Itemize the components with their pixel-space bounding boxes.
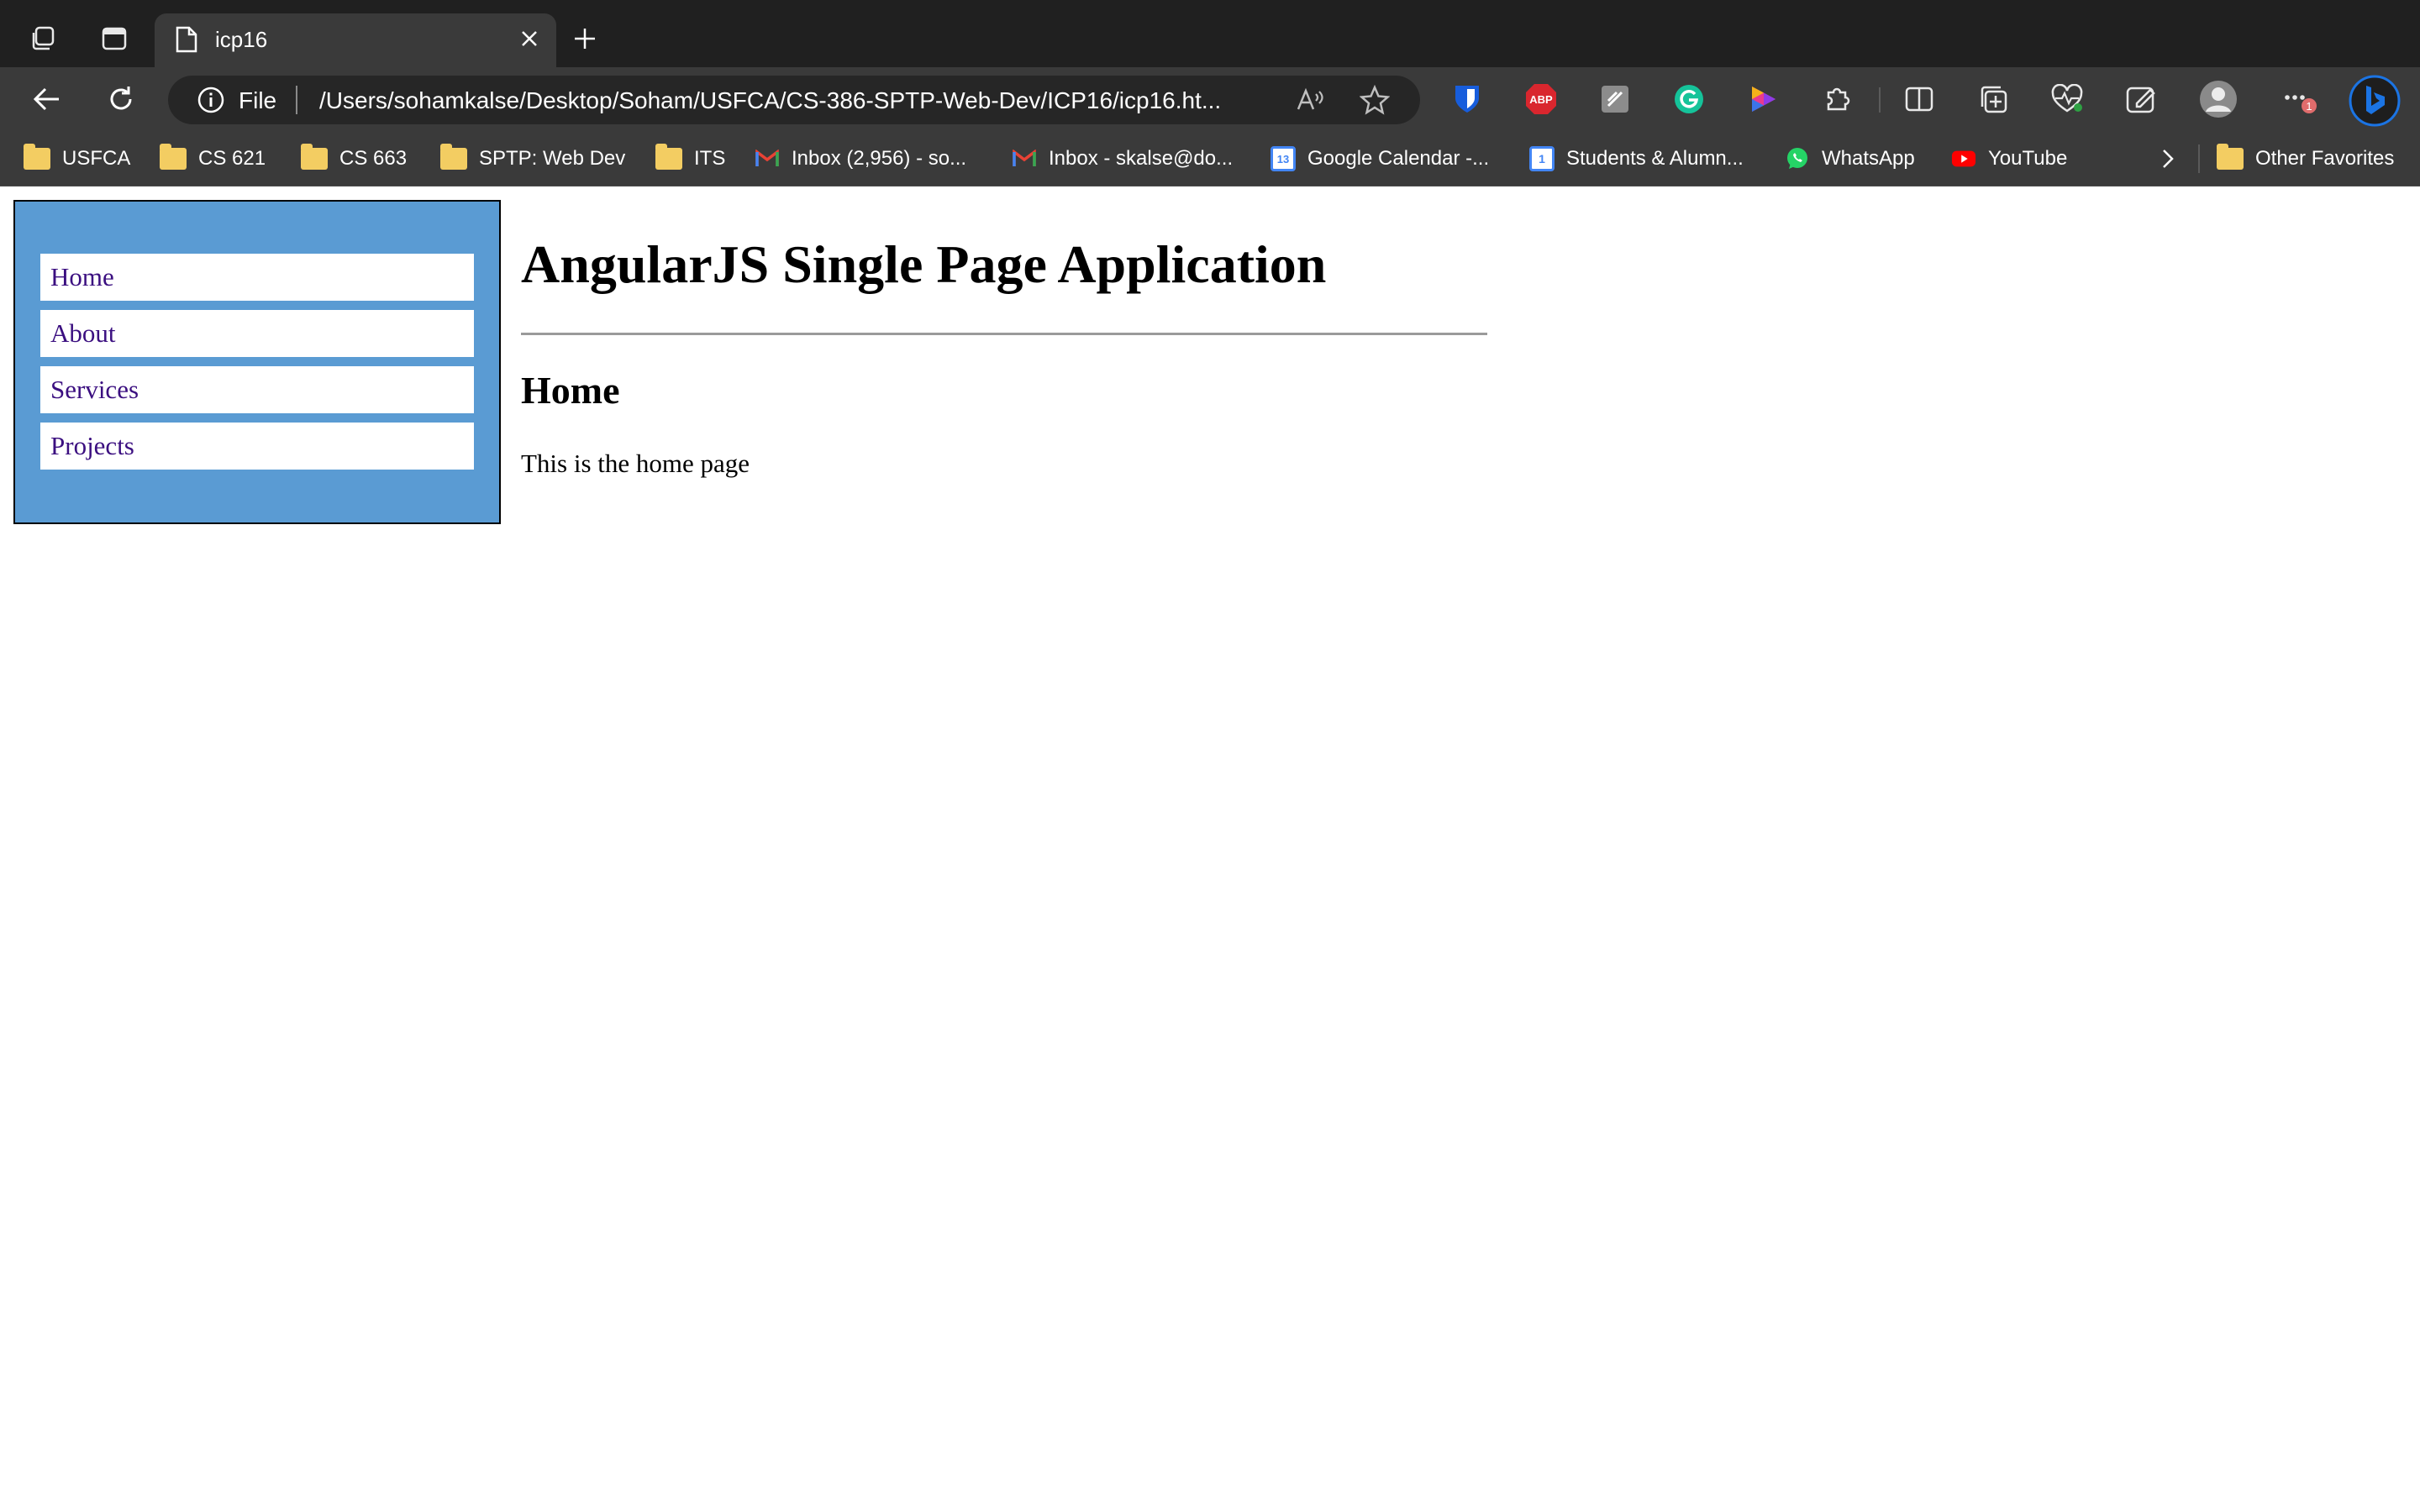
- bookmark-label: USFCA: [62, 147, 131, 170]
- bitwarden-icon[interactable]: [1449, 81, 1486, 118]
- page-icon: [175, 25, 198, 58]
- tab-strip: icp16: [0, 0, 2420, 67]
- bookmark-folder-usfca[interactable]: USFCA: [24, 143, 130, 175]
- more-menu-icon[interactable]: 1: [2281, 81, 2326, 118]
- extensions-puzzle-icon[interactable]: [1818, 81, 1855, 118]
- bookmark-google-calendar[interactable]: 13 Google Calendar -...: [1270, 143, 1489, 175]
- url-scheme: File: [239, 87, 277, 113]
- folder-icon: [301, 144, 328, 170]
- bookmark-folder-sptp[interactable]: SPTP: Web Dev: [440, 143, 625, 175]
- toolbar-divider: [1879, 87, 1881, 113]
- bookmark-whatsapp[interactable]: WhatsApp: [1785, 143, 1915, 175]
- other-favorites-folder[interactable]: Other Favorites: [2217, 143, 2394, 175]
- nav-link-about[interactable]: About: [50, 318, 116, 349]
- bookmark-label: Students & Alumn...: [1566, 147, 1744, 170]
- new-tab-icon[interactable]: [563, 17, 607, 60]
- address-bar[interactable]: File /Users/sohamkalse/Desktop/Soham/USF…: [168, 76, 1420, 124]
- view-text: This is the home page: [521, 449, 750, 478]
- bookmark-folder-cs621[interactable]: CS 621: [160, 143, 266, 175]
- sidebar-nav: Home About Services Projects: [13, 200, 501, 524]
- bookmark-gmail-skalse[interactable]: Inbox - skalse@do...: [1012, 143, 1233, 175]
- bookmark-label: CS 621: [198, 147, 266, 170]
- nav-item-about[interactable]: About: [40, 310, 474, 357]
- page-viewport: Home About Services Projects AngularJS S…: [0, 186, 2420, 1512]
- view-heading: Home: [521, 369, 620, 412]
- tab-title: icp16: [215, 27, 268, 52]
- bookmark-label: Google Calendar -...: [1307, 147, 1490, 170]
- calendar-icon: 1: [1529, 146, 1555, 171]
- youtube-icon: [1951, 146, 1976, 171]
- url-text[interactable]: /Users/sohamkalse/Desktop/Soham/USFCA/CS…: [319, 87, 1221, 114]
- other-favorites-label: Other Favorites: [2255, 147, 2395, 170]
- site-info-icon[interactable]: [197, 86, 225, 118]
- bookmark-folder-its[interactable]: ITS: [655, 143, 725, 175]
- nav-item-projects[interactable]: Projects: [40, 423, 474, 470]
- bookmark-students-alumni[interactable]: 1 Students & Alumn...: [1529, 143, 1744, 175]
- folder-icon: [655, 144, 682, 170]
- close-tab-icon[interactable]: [514, 24, 544, 54]
- collections-icon[interactable]: [1975, 81, 2012, 118]
- calendar-icon: 13: [1270, 146, 1296, 171]
- bookmark-label: Inbox (2,956) - so...: [792, 147, 967, 170]
- horizontal-rule: [521, 333, 1487, 335]
- browser-essentials-icon[interactable]: [2049, 81, 2086, 118]
- favorite-star-icon[interactable]: [1359, 84, 1391, 119]
- adblock-plus-icon[interactable]: ABP: [1523, 81, 1560, 118]
- bing-copilot-icon[interactable]: [2348, 74, 2402, 128]
- folder-icon: [2217, 144, 2244, 170]
- nav-link-projects[interactable]: Projects: [50, 431, 134, 461]
- favorites-bar: USFCA CS 621 CS 663 SPTP: Web Dev ITS In…: [0, 131, 2420, 186]
- folder-icon: [160, 144, 187, 170]
- abp-label: ABP: [1529, 93, 1553, 106]
- favorites-divider: [2198, 144, 2200, 173]
- refresh-icon[interactable]: [99, 77, 143, 121]
- bookmark-label: CS 663: [339, 147, 408, 170]
- gmail-icon: [755, 146, 780, 171]
- more-bookmarks-chevron-icon[interactable]: [2160, 143, 2176, 175]
- grammarly-icon[interactable]: [1670, 81, 1707, 118]
- bookmark-youtube[interactable]: YouTube: [1951, 143, 2067, 175]
- url-separator: [296, 86, 297, 114]
- bookmark-label: ITS: [694, 147, 726, 170]
- notes-extension-icon[interactable]: [1597, 81, 1634, 118]
- edit-screenshot-icon[interactable]: [2123, 81, 2160, 118]
- workspaces-icon[interactable]: [22, 17, 66, 60]
- notification-count: 1: [2306, 100, 2312, 113]
- nav-item-home[interactable]: Home: [40, 254, 474, 301]
- folder-icon: [24, 144, 50, 170]
- bookmark-label: SPTP: Web Dev: [479, 147, 626, 170]
- split-screen-icon[interactable]: [1901, 81, 1938, 118]
- active-tab[interactable]: icp16: [155, 13, 556, 67]
- bookmark-label: Inbox - skalse@do...: [1049, 147, 1234, 170]
- bookmark-gmail-inbox[interactable]: Inbox (2,956) - so...: [755, 143, 966, 175]
- tab-actions-icon[interactable]: [92, 17, 136, 60]
- read-aloud-icon[interactable]: [1296, 86, 1326, 118]
- bookmark-label: WhatsApp: [1822, 147, 1915, 170]
- folder-icon: [440, 144, 467, 170]
- whatsapp-icon: [1785, 146, 1810, 171]
- bookmark-folder-cs663[interactable]: CS 663: [301, 143, 407, 175]
- nav-item-services[interactable]: Services: [40, 366, 474, 413]
- nav-link-services[interactable]: Services: [50, 375, 139, 405]
- nav-link-home[interactable]: Home: [50, 262, 114, 292]
- gmail-icon: [1012, 146, 1037, 171]
- bookmark-label: YouTube: [1988, 147, 2068, 170]
- back-icon[interactable]: [25, 77, 69, 121]
- navigation-toolbar: File /Users/sohamkalse/Desktop/Soham/USF…: [0, 67, 2420, 131]
- profile-avatar[interactable]: [2198, 79, 2238, 119]
- page-title: AngularJS Single Page Application: [521, 234, 1327, 294]
- colorful-extension-icon[interactable]: [1744, 81, 1781, 118]
